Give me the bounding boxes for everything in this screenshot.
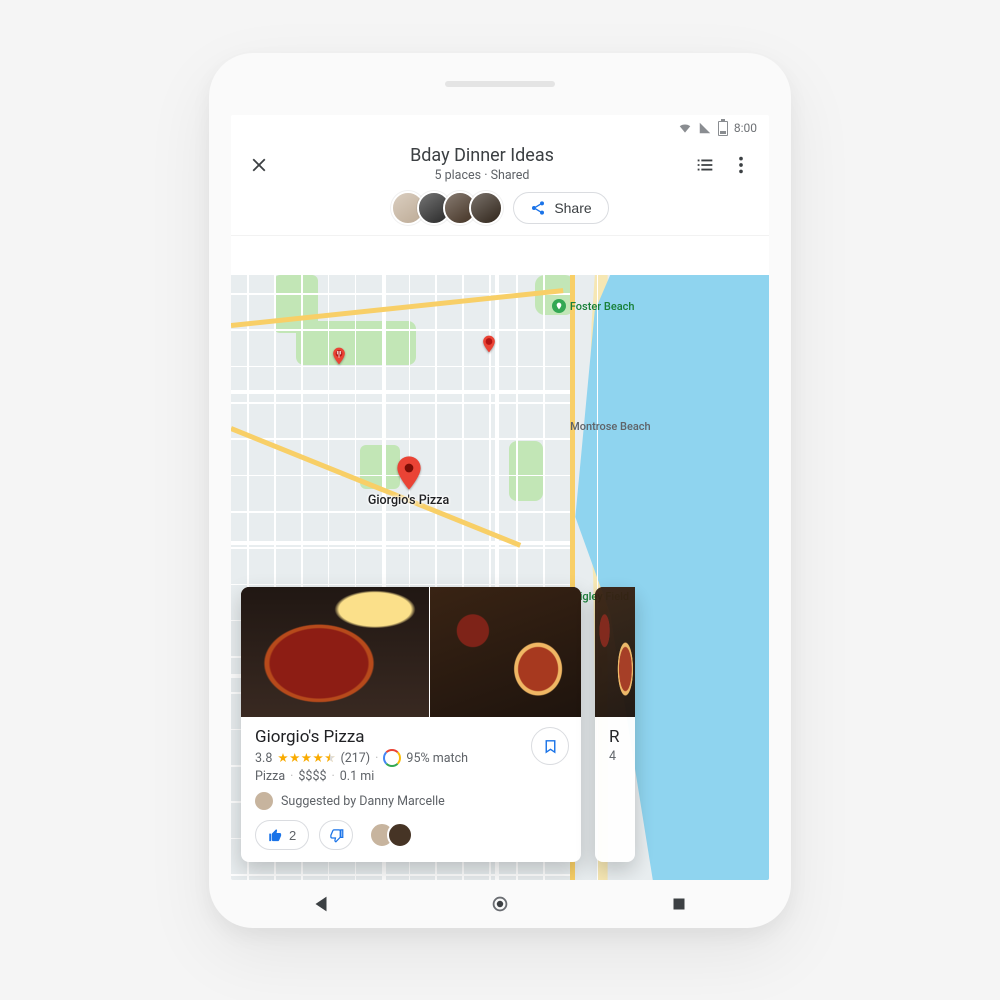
list-view-button[interactable] xyxy=(687,147,723,183)
upvote-count: 2 xyxy=(289,828,296,843)
place-category: Pizza xyxy=(255,769,285,784)
square-recent-icon xyxy=(668,893,690,915)
share-button[interactable]: Share xyxy=(513,192,608,224)
nav-recent-button[interactable] xyxy=(661,886,697,922)
share-label: Share xyxy=(554,200,591,216)
nav-home-button[interactable] xyxy=(482,886,518,922)
close-icon xyxy=(248,154,270,176)
photo-carousel[interactable] xyxy=(241,587,581,717)
rating-stars: ★★★★★★ xyxy=(277,750,335,766)
place-name: Giorgio's Pizza xyxy=(255,727,567,747)
android-navbar xyxy=(231,880,769,928)
match-ring-icon xyxy=(383,749,401,767)
avatar xyxy=(387,822,413,848)
circle-home-icon xyxy=(489,893,511,915)
place-card[interactable]: Giorgio's Pizza 3.8 ★★★★★★ (217) · 95% m… xyxy=(241,587,581,862)
list-header: Bday Dinner Ideas 5 places · Shared xyxy=(231,141,769,235)
map[interactable]: Foster Beach Montrose Beach Wrigley Fiel… xyxy=(231,275,769,880)
match-chip: 95% match xyxy=(383,749,468,767)
bookmark-icon xyxy=(542,738,559,755)
phone-speaker xyxy=(445,81,555,87)
app-screen: 8:00 Bday Dinner Ideas 5 places · Shared xyxy=(231,115,769,880)
phone-frame: 8:00 Bday Dinner Ideas 5 places · Shared xyxy=(209,53,791,928)
collaborator-avatars[interactable] xyxy=(391,191,503,225)
battery-icon xyxy=(718,121,728,136)
status-clock: 8:00 xyxy=(734,121,757,135)
downvote-button[interactable] xyxy=(319,820,353,850)
triangle-back-icon xyxy=(310,893,332,915)
place-card-peek[interactable]: R 4 xyxy=(595,587,635,862)
more-vert-icon xyxy=(730,154,752,176)
place-pin[interactable] xyxy=(329,346,349,366)
thumb-up-icon xyxy=(268,828,283,843)
status-bar: 8:00 xyxy=(231,115,769,141)
signal-icon xyxy=(698,121,712,135)
wifi-icon xyxy=(678,121,692,135)
page-title: Bday Dinner Ideas xyxy=(277,146,687,167)
place-pin[interactable] xyxy=(479,334,499,354)
avatar xyxy=(469,191,503,225)
place-price: $$$$ xyxy=(298,769,326,784)
place-photo[interactable] xyxy=(241,587,429,717)
overflow-button[interactable] xyxy=(723,147,759,183)
page-subtitle: 5 places · Shared xyxy=(277,169,687,183)
suggester-avatar xyxy=(255,792,273,810)
share-icon xyxy=(530,200,546,216)
bookmark-button[interactable] xyxy=(531,727,569,765)
close-button[interactable] xyxy=(241,147,277,183)
selected-pin-label: Giorgio's Pizza xyxy=(368,493,449,508)
poi-label: Montrose Beach xyxy=(570,420,651,433)
review-count: (217) xyxy=(340,751,370,766)
upvote-button[interactable]: 2 xyxy=(255,820,309,850)
thumb-down-icon xyxy=(329,828,344,843)
place-photo[interactable] xyxy=(430,587,581,717)
suggested-by: Suggested by Danny Marcelle xyxy=(281,794,445,809)
park-shape xyxy=(509,441,543,501)
place-distance: 0.1 mi xyxy=(340,769,374,784)
selected-place-pin[interactable] xyxy=(389,453,429,493)
nav-back-button[interactable] xyxy=(303,886,339,922)
rating-value: 3.8 xyxy=(255,751,272,766)
poi-label: Foster Beach xyxy=(552,299,635,313)
voter-avatars xyxy=(363,822,413,848)
list-icon xyxy=(694,154,716,176)
